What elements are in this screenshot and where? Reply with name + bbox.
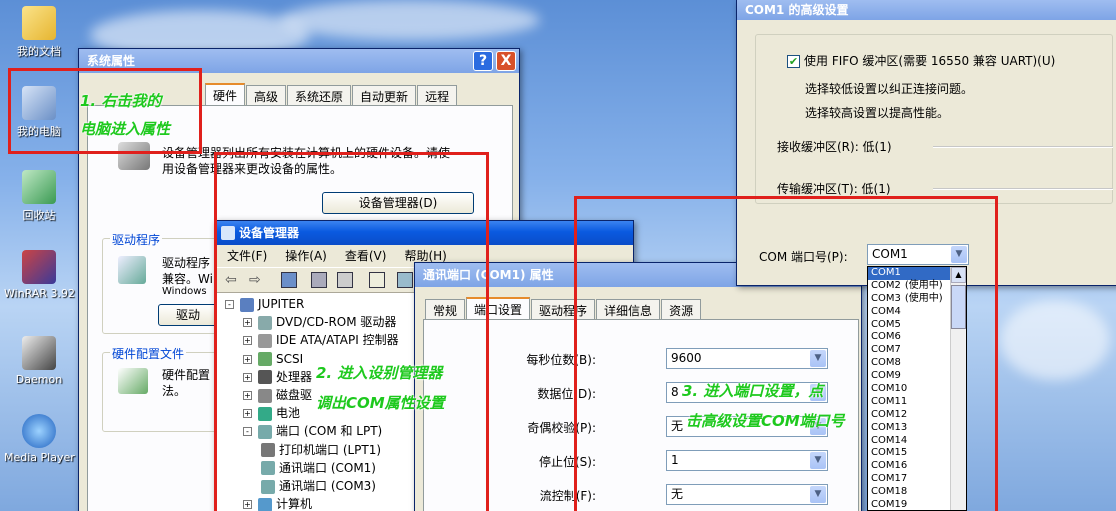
- fifo-checkbox[interactable]: ✔: [787, 55, 800, 68]
- hardware-profiles-text-2: 法。: [162, 384, 187, 398]
- annotation-box-step1: [8, 68, 202, 154]
- hardware-profiles-group-title: 硬件配置文件: [110, 345, 187, 362]
- advanced-settings-titlebar[interactable]: COM1 的高级设置: [737, 0, 1116, 20]
- hardware-profiles-text-1: 硬件配置: [162, 368, 211, 382]
- drivers-group-title: 驱动程序: [110, 231, 163, 248]
- desktop-icon-winrar[interactable]: WinRAR 3.92: [4, 250, 75, 300]
- annotation-box-step2: [214, 152, 489, 511]
- winrar-icon: [22, 250, 56, 284]
- fifo-checkbox-row[interactable]: ✔ 使用 FIFO 缓冲区(需要 16550 兼容 UART)(U): [787, 52, 1055, 69]
- drivers-text-2: 兼容。Wi: [162, 272, 213, 286]
- transmit-buffer-label: 传输缓冲区(T): 低(1): [777, 182, 891, 196]
- annotation-step2-line2: 调出COM属性设置: [316, 394, 445, 412]
- daemon-icon: [22, 336, 56, 370]
- annotation-step1-line2: 电脑进入属性: [80, 120, 171, 138]
- annotation-step3-line2: 击高级设置COM端口号: [686, 412, 845, 430]
- tab-system-restore[interactable]: 系统还原: [287, 85, 352, 105]
- hint-high-setting: 选择较高设置以提高性能。: [805, 106, 950, 120]
- window-title: COM1 的高级设置: [745, 3, 849, 17]
- hardware-profiles-icon: [118, 368, 148, 394]
- drivers-text-3: Windows: [162, 286, 207, 297]
- close-button[interactable]: X: [496, 51, 516, 71]
- annotation-step3-line1: 3. 进入端口设置，点: [682, 382, 824, 400]
- drivers-icon: [118, 256, 146, 284]
- desktop-icon-recycle-bin[interactable]: 回收站: [4, 170, 74, 223]
- drivers-text-1: 驱动程序: [162, 256, 211, 270]
- annotation-box-step3: [574, 196, 998, 511]
- receive-buffer-slider[interactable]: [933, 146, 1113, 148]
- annotation-step2-line1: 2. 进入设别管理器: [316, 364, 443, 382]
- help-button[interactable]: ?: [473, 51, 493, 71]
- annotation-step1-line1: 1. 右击我的: [80, 92, 162, 110]
- receive-buffer-label: 接收缓冲区(R): 低(1): [777, 140, 892, 154]
- desktop-icon-my-documents[interactable]: 我的文档: [4, 6, 74, 59]
- recycle-bin-icon: [22, 170, 56, 204]
- tab-advanced[interactable]: 高级: [246, 85, 287, 105]
- window-title: 系统属性: [87, 54, 136, 68]
- tab-auto-update[interactable]: 自动更新: [352, 85, 417, 105]
- tab-hardware[interactable]: 硬件: [205, 83, 246, 105]
- fifo-label: 使用 FIFO 缓冲区(需要 16550 兼容 UART)(U): [804, 54, 1056, 68]
- hint-low-setting: 选择较低设置以纠正连接问题。: [805, 82, 974, 96]
- system-properties-tabs: 硬件 高级 系统还原 自动更新 远程: [205, 83, 458, 105]
- transmit-buffer-slider[interactable]: [933, 188, 1113, 190]
- drivers-button[interactable]: 驱动: [158, 304, 218, 326]
- media-player-icon: [22, 414, 56, 448]
- my-documents-icon: [22, 6, 56, 40]
- desktop-icon-daemon[interactable]: Daemon: [4, 336, 74, 386]
- desktop-icon-media-player[interactable]: Media Player: [4, 414, 75, 464]
- tab-remote[interactable]: 远程: [417, 85, 458, 105]
